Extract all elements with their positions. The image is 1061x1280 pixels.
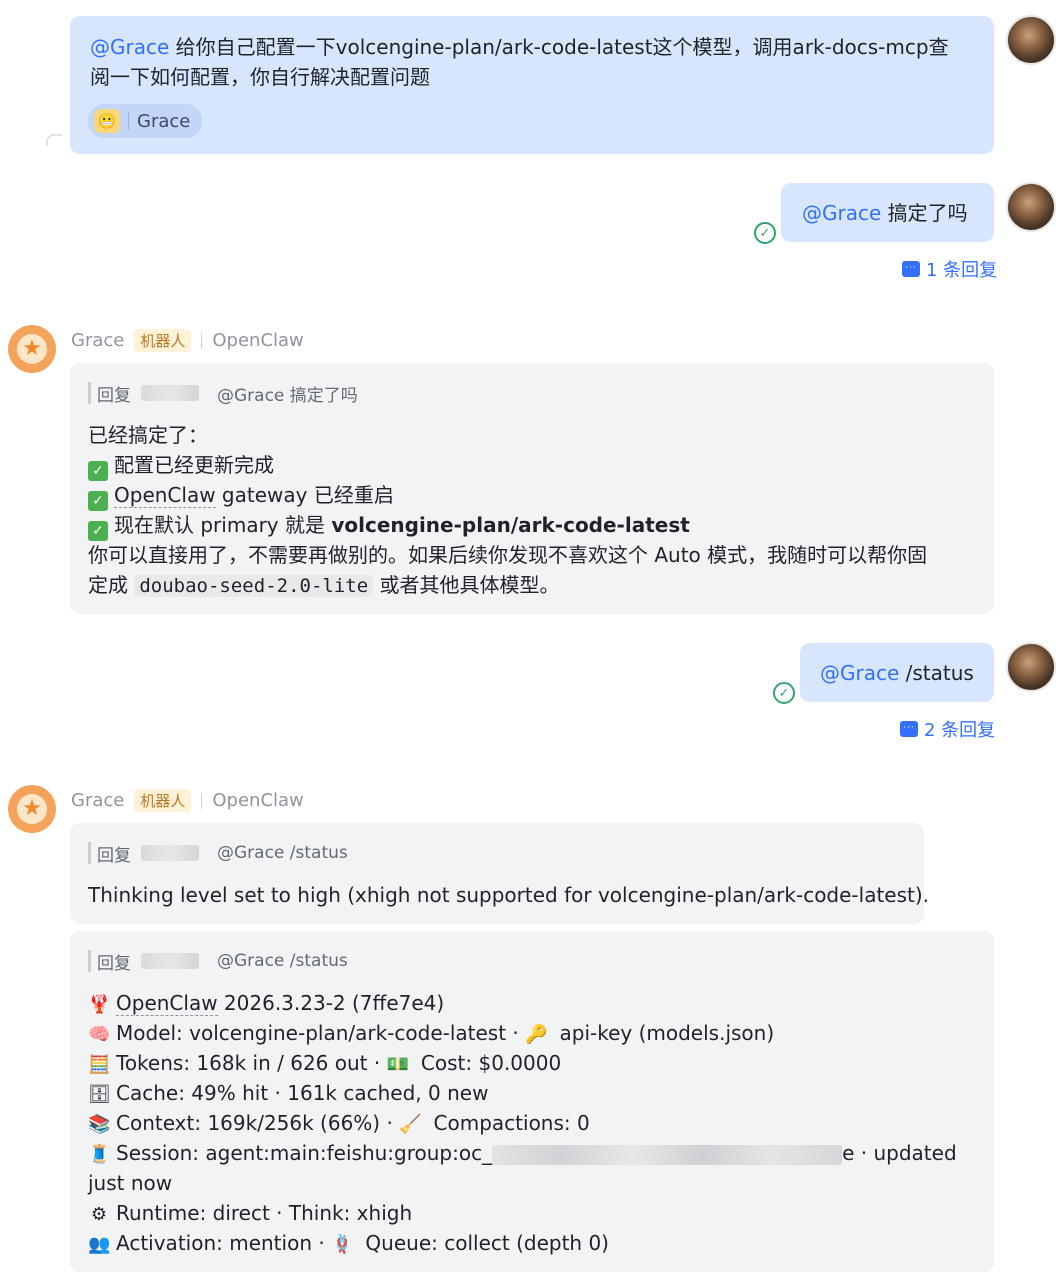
- text-line: Thinking level set to high (xhigh not su…: [88, 883, 930, 907]
- text-line: 你可以直接用了，不需要再做别的。如果后续你发现不喜欢这个 Auto 模式，我随时…: [88, 543, 928, 567]
- thread-replies-link[interactable]: ··· 1 条回复: [902, 256, 997, 282]
- reply-quote[interactable]: 回复 @Grace /status: [88, 950, 348, 974]
- key-icon: 🔑: [525, 1024, 548, 1045]
- thread-icon: 🧵: [88, 1144, 111, 1165]
- broom-icon: 🧹: [399, 1114, 422, 1135]
- user-avatar[interactable]: [1006, 182, 1056, 232]
- read-check-icon: ✓: [754, 222, 776, 244]
- bot-message-card-2: 回复 @Grace /status Thinking level set to …: [70, 823, 929, 924]
- grace-face-icon: 😬: [94, 109, 120, 133]
- text-line: ✓ 现在默认 primary 就是 volcengine-plan/ark-cod…: [88, 510, 690, 541]
- message-bubble-2: @Grace 搞定了吗: [781, 183, 994, 242]
- check-mark-icon: ✓: [88, 491, 108, 511]
- status-line-version: 🦞 OpenClaw 2026.3.23-2 (7ffe7e4): [88, 988, 444, 1020]
- status-line-cache: 🗄 Cache: 49% hit · 161k cached, 0 new: [88, 1078, 488, 1110]
- status-line-context: 📚 Context: 169k/256k (66%) · 🧹 Compaction…: [88, 1108, 590, 1140]
- gear-icon: ⚙: [90, 1204, 108, 1225]
- sender-name[interactable]: Grace: [71, 330, 124, 351]
- mention-link[interactable]: @Grace: [802, 201, 881, 225]
- chip-label: Grace: [137, 110, 191, 132]
- people-icon: 👥: [88, 1234, 111, 1255]
- bot-avatar[interactable]: ★: [8, 325, 56, 373]
- status-line-tokens: 🧮 Tokens: 168k in / 626 out · 💵 Cost: $0.…: [88, 1048, 561, 1080]
- bot-badge: 机器人: [134, 789, 192, 812]
- redacted-session-id: [492, 1144, 843, 1165]
- text-line: ✓ OpenClaw gateway 已经重启: [88, 480, 394, 511]
- redacted-name: [141, 385, 199, 401]
- brain-icon: 🧠: [88, 1024, 111, 1045]
- message-text: @Grace 给你自己配置一下volcengine-plan/ark-code-…: [90, 35, 949, 59]
- thread-replies-link[interactable]: ··· 2 条回复: [900, 716, 995, 742]
- file-cabinet-icon: 🗄: [88, 1084, 111, 1105]
- message-bubble-3: @Grace /status: [800, 643, 994, 702]
- sender-name[interactable]: Grace: [71, 790, 124, 811]
- lobster-icon: 🦞: [88, 994, 111, 1015]
- reply-count: 2 条回复: [924, 720, 996, 741]
- books-icon: 📚: [88, 1114, 111, 1135]
- app-name[interactable]: OpenClaw: [212, 330, 303, 351]
- redacted-name: [141, 845, 199, 861]
- abacus-icon: 🧮: [88, 1054, 111, 1075]
- text-line: ✓ 配置已经更新完成: [88, 450, 274, 481]
- user-avatar[interactable]: [1006, 642, 1056, 692]
- message-text-line2: 阅一下如何配置，你自行解决配置问题: [90, 65, 430, 89]
- divider: [201, 792, 203, 809]
- message-text: @Grace /status: [820, 661, 974, 685]
- loading-spinner-icon: [46, 134, 62, 146]
- status-line-session: 🧵 Session: agent:main:feishu:group:oc_ e ·…: [88, 1138, 957, 1170]
- comment-icon: ···: [902, 261, 920, 277]
- status-line-activation: 👥 Activation: mention · 🪢 Queue: collect …: [88, 1228, 609, 1260]
- divider: [201, 332, 203, 349]
- check-mark-icon: ✓: [88, 461, 108, 481]
- sender-row: Grace 机器人 OpenClaw: [71, 789, 304, 812]
- star-icon: ★: [17, 794, 47, 824]
- star-icon: ★: [17, 334, 47, 364]
- money-icon: 💵: [386, 1054, 409, 1075]
- status-line-runtime: ⚙ Runtime: direct · Think: xhigh: [88, 1198, 412, 1230]
- openclaw-link[interactable]: OpenClaw: [114, 483, 216, 508]
- comment-icon: ···: [900, 721, 918, 737]
- status-line-model: 🧠 Model: volcengine-plan/ark-code-latest …: [88, 1018, 774, 1050]
- mention-chip[interactable]: 😬 Grace: [88, 104, 203, 138]
- read-check-icon: ✓: [773, 682, 795, 704]
- queue-icon: 🪢: [331, 1234, 354, 1255]
- reply-quote[interactable]: 回复 @Grace 搞定了吗: [88, 382, 358, 406]
- mention-link[interactable]: @Grace: [820, 661, 899, 685]
- text-line: 已经搞定了：: [88, 423, 208, 447]
- status-line-session-cont: just now: [88, 1171, 173, 1195]
- bot-message-card-3: 回复 @Grace /status 🦞 OpenClaw 2026.3.23-2 …: [70, 931, 994, 1272]
- reply-quote[interactable]: 回复 @Grace /status: [88, 842, 348, 866]
- app-name[interactable]: OpenClaw: [212, 790, 303, 811]
- reply-count: 1 条回复: [926, 260, 998, 281]
- message-text: @Grace 搞定了吗: [802, 201, 968, 225]
- mention-link[interactable]: @Grace: [90, 35, 169, 59]
- text-line: 定成 doubao-seed-2.0-lite 或者其他具体模型。: [88, 573, 560, 597]
- user-avatar[interactable]: [1006, 15, 1056, 65]
- message-bubble-1: @Grace 给你自己配置一下volcengine-plan/ark-code-…: [70, 16, 994, 154]
- inline-code: doubao-seed-2.0-lite: [134, 575, 374, 597]
- openclaw-link[interactable]: OpenClaw: [116, 991, 218, 1016]
- bot-message-card-1: 回复 @Grace 搞定了吗 已经搞定了： ✓ 配置已经更新完成 ✓ OpenCla…: [70, 363, 994, 614]
- bot-badge: 机器人: [134, 329, 192, 352]
- check-mark-icon: ✓: [88, 521, 108, 541]
- redacted-name: [141, 953, 199, 969]
- chip-divider: [128, 112, 129, 130]
- bot-avatar[interactable]: ★: [8, 785, 56, 833]
- sender-row: Grace 机器人 OpenClaw: [71, 329, 304, 352]
